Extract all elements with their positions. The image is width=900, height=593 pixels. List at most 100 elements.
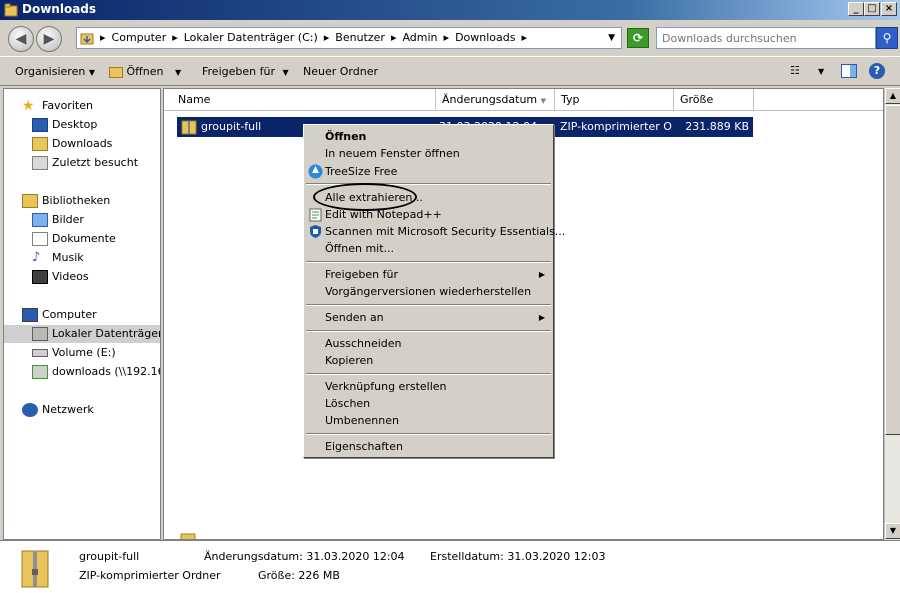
- menu-item-open-with[interactable]: Öffnen mit...: [306, 240, 551, 257]
- organize-label: Organisieren: [15, 65, 86, 78]
- nav-computer[interactable]: Computer: [22, 306, 97, 324]
- breadcrumb-drive-c[interactable]: Lokaler Datenträger (C:): [181, 28, 321, 48]
- chevron-down-icon: ▼: [174, 68, 182, 77]
- title-bar[interactable]: Downloads _ □ ×: [0, 0, 900, 20]
- navigation-pane: ★ Favoriten Desktop Downloads Zuletzt bes…: [3, 88, 161, 540]
- new-folder-button[interactable]: Neuer Ordner: [303, 65, 378, 78]
- drive-icon: [32, 349, 48, 357]
- refresh-button[interactable]: ⟳: [627, 28, 649, 48]
- menu-item-delete[interactable]: Löschen: [306, 395, 551, 412]
- nav-documents-label: Dokumente: [52, 232, 116, 245]
- breadcrumb-computer[interactable]: Computer: [109, 28, 170, 48]
- menu-item-create-shortcut[interactable]: Verknüpfung erstellen: [306, 378, 551, 395]
- chevron-right-icon[interactable]: ▸: [169, 28, 181, 48]
- menu-item-copy[interactable]: Kopieren: [306, 352, 551, 369]
- nav-volume-e-label: Volume (E:): [52, 346, 116, 359]
- chevron-down-icon[interactable]: ▼: [818, 67, 824, 76]
- minimize-button[interactable]: _: [848, 2, 864, 16]
- breadcrumb-admin[interactable]: Admin: [399, 28, 440, 48]
- menu-item-properties[interactable]: Eigenschaften: [306, 438, 551, 455]
- chevron-right-icon[interactable]: ▸: [97, 28, 109, 48]
- menu-item-send-to-label: Senden an: [325, 311, 384, 324]
- scroll-up-button[interactable]: ▲: [885, 88, 900, 104]
- search-button[interactable]: ⚲: [876, 27, 898, 49]
- nav-favorites[interactable]: ★ Favoriten: [22, 97, 93, 115]
- menu-item-open-new-window[interactable]: In neuem Fenster öffnen: [306, 145, 551, 162]
- menu-separator: [306, 304, 551, 306]
- organize-button[interactable]: Organisieren ▼: [15, 65, 95, 78]
- nav-network[interactable]: Netzwerk: [22, 401, 94, 419]
- nav-desktop[interactable]: Desktop: [32, 116, 97, 134]
- window-title: Downloads: [22, 2, 97, 16]
- scroll-thumb[interactable]: [885, 105, 900, 435]
- videos-icon: [32, 270, 48, 284]
- nav-downloads[interactable]: Downloads: [32, 135, 112, 153]
- column-date[interactable]: Änderungsdatum ▼: [436, 89, 555, 110]
- address-dropdown-icon[interactable]: ▼: [608, 28, 615, 48]
- menu-item-scan[interactable]: Scannen mit Microsoft Security Essential…: [306, 223, 565, 240]
- menu-item-share[interactable]: Freigeben für ▶: [306, 266, 551, 283]
- notepad-icon: [309, 208, 322, 222]
- menu-item-restore[interactable]: Vorgängerversionen wiederherstellen: [306, 283, 551, 300]
- chevron-right-icon[interactable]: ▸: [321, 28, 333, 48]
- menu-item-rename[interactable]: Umbenennen: [306, 412, 551, 429]
- music-icon: ♪: [32, 250, 41, 265]
- search-icon: ⚲: [882, 31, 892, 45]
- nav-pictures[interactable]: Bilder: [32, 211, 84, 229]
- menu-item-treesize[interactable]: TreeSize Free: [306, 163, 551, 180]
- nav-music[interactable]: ♪ Musik: [32, 249, 84, 267]
- nav-pictures-label: Bilder: [52, 213, 84, 226]
- chevron-right-icon[interactable]: ▸: [441, 28, 453, 48]
- pictures-icon: [32, 213, 48, 227]
- column-name[interactable]: Name: [172, 89, 436, 110]
- nav-volume-e[interactable]: Volume (E:): [32, 344, 116, 362]
- back-button[interactable]: ◀: [8, 26, 34, 52]
- menu-item-share-label: Freigeben für: [325, 268, 398, 281]
- nav-favorites-label: Favoriten: [42, 99, 93, 112]
- menu-separator: [306, 330, 551, 332]
- breadcrumb-users[interactable]: Benutzer: [332, 28, 388, 48]
- open-button[interactable]: Öffnen ▼: [109, 65, 181, 78]
- column-type[interactable]: Typ: [555, 89, 674, 110]
- close-button[interactable]: ×: [881, 2, 897, 16]
- search-field[interactable]: [656, 27, 876, 49]
- help-icon[interactable]: ?: [869, 63, 885, 79]
- menu-item-cut[interactable]: Ausschneiden: [306, 335, 551, 352]
- nav-videos[interactable]: Videos: [32, 268, 89, 286]
- nav-videos-label: Videos: [52, 270, 89, 283]
- menu-item-send-to[interactable]: Senden an ▶: [306, 309, 551, 326]
- address-toolbar: ◀ ▶ ▸ Computer ▸ Lokaler Datenträger (C:) ▸ B…: [0, 20, 900, 56]
- breadcrumb-downloads[interactable]: Downloads: [452, 28, 518, 48]
- scroll-down-button[interactable]: ▼: [885, 523, 900, 539]
- column-size[interactable]: Größe: [674, 89, 754, 110]
- vertical-scrollbar[interactable]: ▲ ▼: [884, 88, 900, 540]
- details-modified: Änderungsdatum: 31.03.2020 12:04: [204, 550, 405, 563]
- details-created: Erstelldatum: 31.03.2020 12:03: [430, 550, 606, 563]
- nav-recent[interactable]: Zuletzt besucht: [32, 154, 138, 172]
- preview-pane-icon[interactable]: [841, 64, 857, 78]
- menu-item-open[interactable]: Öffnen: [306, 128, 551, 145]
- chevron-right-icon[interactable]: ▸: [518, 28, 530, 48]
- recent-places-icon: [32, 156, 48, 170]
- menu-separator: [306, 433, 551, 435]
- search-input[interactable]: [657, 28, 875, 48]
- nav-local-disk-c[interactable]: Lokaler Datenträger (C: [4, 325, 160, 343]
- sort-arrow-icon: ▼: [540, 97, 547, 105]
- star-icon: ★: [22, 98, 35, 114]
- nav-documents[interactable]: Dokumente: [32, 230, 116, 248]
- highlight-ellipse: [313, 183, 417, 211]
- details-name: groupit-full: [79, 550, 140, 563]
- context-menu: Öffnen In neuem Fenster öffnen TreeSize …: [303, 124, 565, 458]
- address-folder-icon: [77, 28, 97, 48]
- forward-arrow-icon: ▶: [43, 31, 55, 47]
- share-button[interactable]: Freigeben für ▼: [202, 65, 289, 78]
- chevron-right-icon[interactable]: ▸: [388, 28, 400, 48]
- address-bar[interactable]: ▸ Computer ▸ Lokaler Datenträger (C:) ▸ Benut…: [76, 27, 622, 49]
- nav-network-drive[interactable]: downloads (\\192.168: [32, 363, 160, 381]
- chevron-down-icon: ▼: [282, 68, 289, 77]
- maximize-button[interactable]: □: [864, 2, 880, 16]
- nav-libraries[interactable]: Bibliotheken: [22, 192, 110, 210]
- view-options-icon[interactable]: ☷: [790, 64, 800, 77]
- forward-button[interactable]: ▶: [36, 26, 62, 52]
- nav-libraries-label: Bibliotheken: [42, 194, 111, 207]
